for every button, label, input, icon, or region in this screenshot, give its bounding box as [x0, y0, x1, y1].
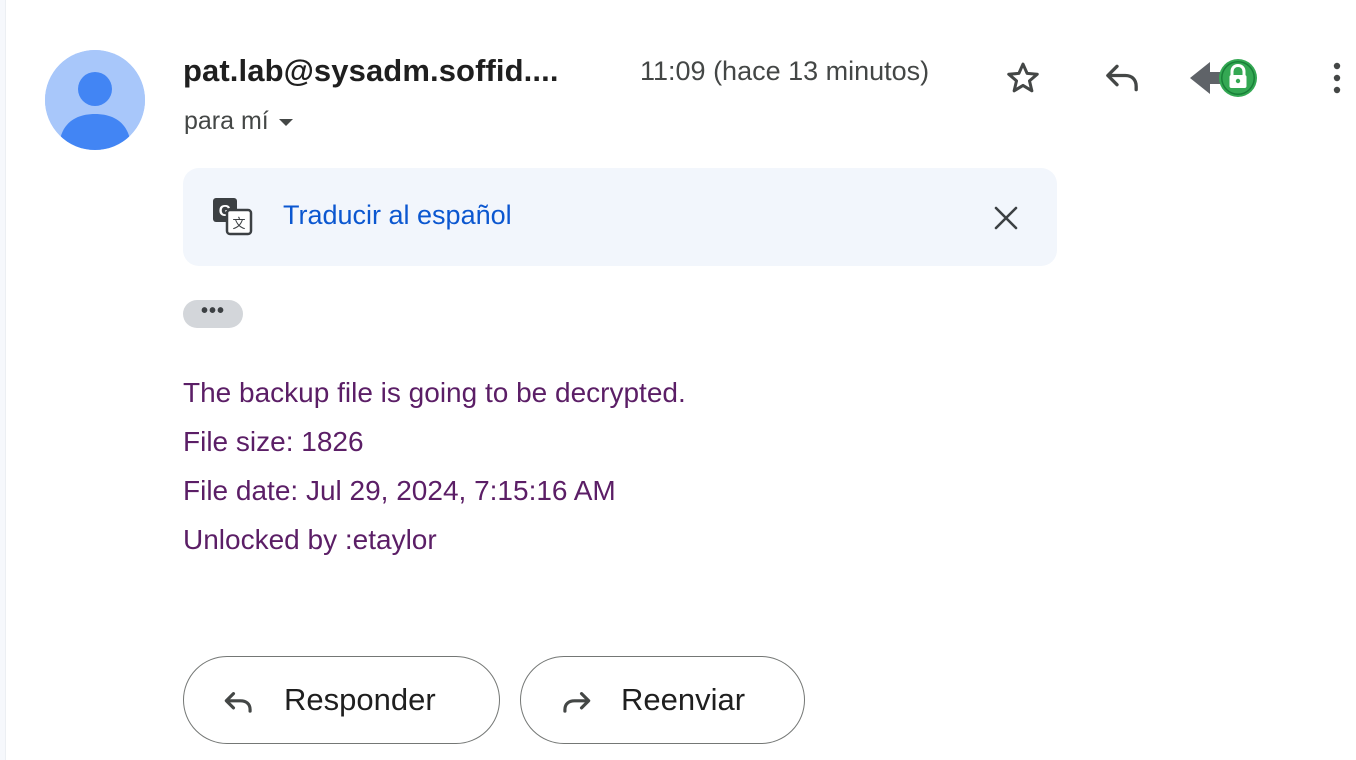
- sender-address[interactable]: pat.lab@sysadm.soffid....: [183, 53, 559, 89]
- lock-addon-icon: [1190, 59, 1257, 97]
- star-outline-icon: [1007, 62, 1039, 93]
- forward-button[interactable]: Reenviar: [520, 656, 805, 744]
- message-line: File size: 1826: [183, 426, 364, 457]
- translate-link[interactable]: Traducir al español: [283, 200, 512, 231]
- sender-avatar[interactable]: [45, 50, 145, 150]
- star-button[interactable]: [1000, 55, 1046, 101]
- show-trimmed-content-button[interactable]: •••: [183, 300, 243, 328]
- person-avatar-icon: [45, 50, 145, 150]
- reply-icon-button[interactable]: [1099, 55, 1145, 101]
- reply-icon: [1106, 64, 1138, 92]
- message-body: The backup file is going to be decrypted…: [183, 374, 686, 570]
- message-line: File date: Jul 29, 2024, 7:15:16 AM: [183, 475, 616, 506]
- forward-button-label: Reenviar: [621, 682, 746, 717]
- more-vertical-icon: [1333, 62, 1341, 94]
- svg-text:文: 文: [232, 217, 245, 232]
- message-line: The backup file is going to be decrypted…: [183, 377, 686, 408]
- close-icon: [994, 206, 1018, 230]
- translate-icon: G 文: [213, 198, 253, 236]
- ellipsis-icon: •••: [200, 300, 225, 322]
- caret-down-icon: [278, 118, 293, 126]
- more-options-button[interactable]: [1318, 52, 1356, 104]
- translate-close-button[interactable]: [989, 201, 1023, 235]
- email-view: pat.lab@sysadm.soffid.... 11:09 (hace 13…: [0, 0, 1356, 760]
- lock-addon-button[interactable]: [1186, 52, 1266, 104]
- recipient-details-toggle[interactable]: para mí: [184, 107, 295, 136]
- reply-button[interactable]: Responder: [183, 656, 500, 744]
- message-line: Unlocked by :etaylor: [183, 524, 437, 555]
- reply-icon: [218, 679, 260, 721]
- reply-button-label: Responder: [284, 682, 436, 717]
- forward-icon: [555, 679, 597, 721]
- left-edge-divider: [0, 0, 6, 760]
- message-timestamp: 11:09 (hace 13 minutos): [640, 56, 930, 86]
- recipient-label: para mí: [184, 107, 269, 135]
- translate-banner: G 文 Traducir al español: [183, 168, 1057, 266]
